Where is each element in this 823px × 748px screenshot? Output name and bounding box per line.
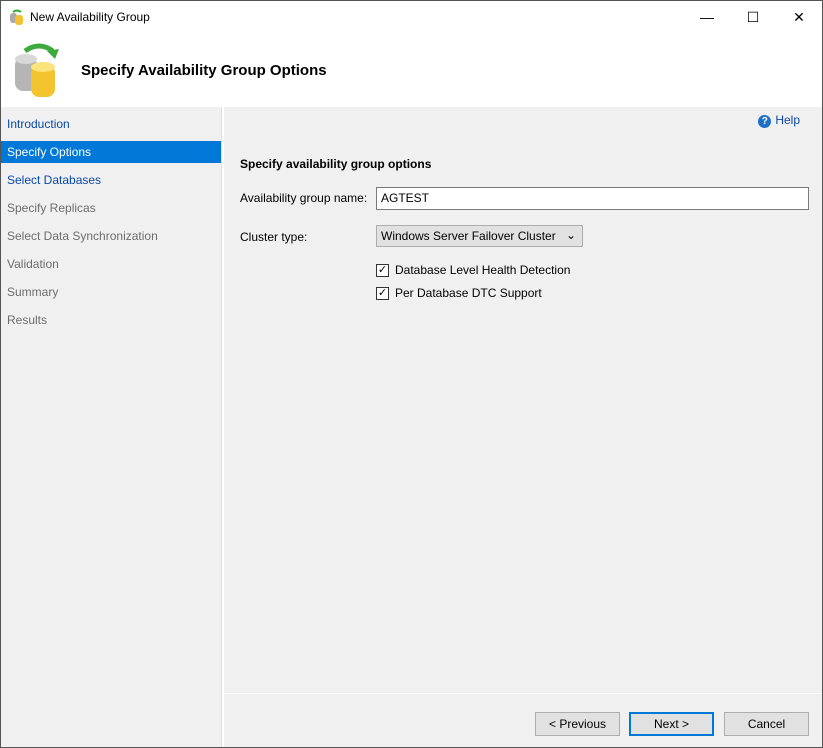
help-link[interactable]: ? Help bbox=[758, 113, 800, 128]
title-bar: New Availability Group — ☐ ✕ bbox=[1, 1, 822, 33]
minimize-button[interactable]: — bbox=[684, 1, 730, 33]
database-level-health-detection-checkbox[interactable]: ✓ Database Level Health Detection bbox=[376, 263, 570, 277]
wizard-steps: Introduction Specify Options Select Data… bbox=[1, 107, 222, 747]
step-introduction[interactable]: Introduction bbox=[1, 113, 221, 135]
step-results: Results bbox=[7, 313, 48, 327]
availability-group-icon bbox=[15, 43, 59, 97]
per-database-dtc-support-checkbox[interactable]: ✓ Per Database DTC Support bbox=[376, 286, 542, 300]
availability-group-name-input[interactable]: AGTEST bbox=[376, 187, 809, 210]
step-select-data-synchronization: Select Data Synchronization bbox=[7, 229, 158, 243]
next-button[interactable]: Next > bbox=[629, 712, 714, 736]
chevron-down-icon: ⌄ bbox=[565, 228, 576, 242]
checkbox-label: Database Level Health Detection bbox=[395, 263, 571, 277]
maximize-button[interactable]: ☐ bbox=[730, 1, 776, 33]
help-label: Help bbox=[775, 113, 800, 127]
wizard-window: New Availability Group — ☐ ✕ Specify Ava… bbox=[0, 0, 823, 748]
name-label: Availability group name: bbox=[240, 191, 368, 205]
step-specify-options[interactable]: Specify Options bbox=[1, 141, 221, 163]
cancel-button[interactable]: Cancel bbox=[724, 712, 809, 736]
cluster-type-label: Cluster type: bbox=[240, 230, 308, 244]
section-title: Specify availability group options bbox=[240, 157, 432, 171]
step-validation: Validation bbox=[7, 257, 59, 271]
step-summary: Summary bbox=[7, 285, 59, 299]
cluster-type-select[interactable]: Windows Server Failover Cluster ⌄ bbox=[376, 225, 583, 247]
availability-group-icon bbox=[10, 9, 23, 25]
close-button[interactable]: ✕ bbox=[776, 1, 822, 33]
cluster-type-value: Windows Server Failover Cluster bbox=[381, 229, 556, 243]
step-specify-replicas: Specify Replicas bbox=[7, 201, 96, 215]
previous-button[interactable]: < Previous bbox=[535, 712, 620, 736]
checkbox-check-icon: ✓ bbox=[376, 286, 389, 300]
window-title: New Availability Group bbox=[30, 10, 150, 24]
checkbox-label: Per Database DTC Support bbox=[395, 286, 542, 300]
wizard-header: Specify Availability Group Options bbox=[1, 33, 822, 107]
page-title: Specify Availability Group Options bbox=[81, 62, 327, 79]
help-icon: ? bbox=[758, 115, 772, 128]
checkbox-check-icon: ✓ bbox=[376, 263, 389, 277]
step-select-databases[interactable]: Select Databases bbox=[1, 169, 221, 191]
divider bbox=[224, 693, 822, 694]
options-panel: ? Help Specify availability group options… bbox=[224, 107, 822, 747]
